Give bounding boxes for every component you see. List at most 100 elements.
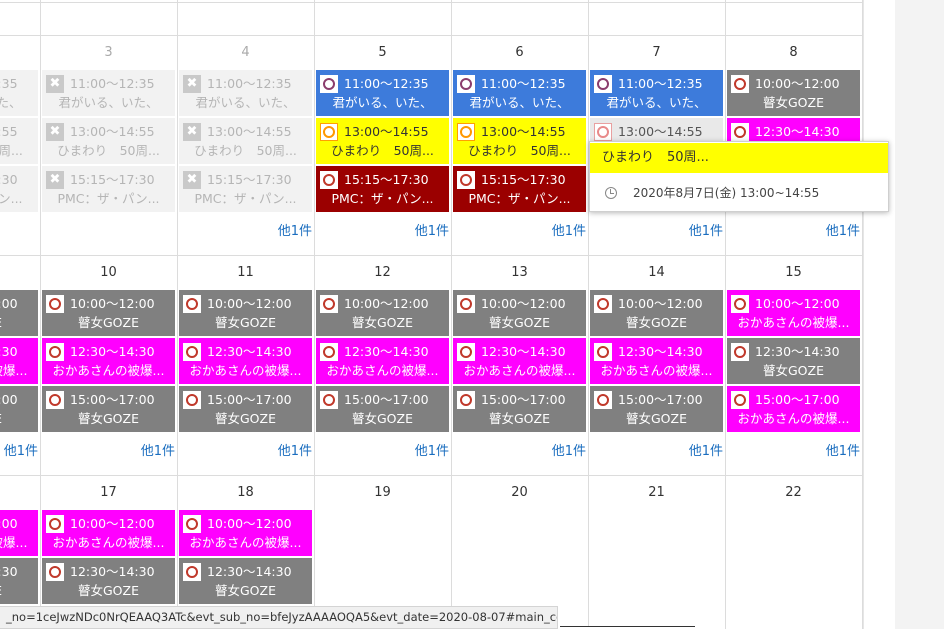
- calendar-event[interactable]: 15:00〜17:00 瞽女GOZE: [179, 386, 312, 432]
- calendar-event[interactable]: 11:00〜12:35 君がいる、いた、: [590, 70, 723, 116]
- calendar-event[interactable]: 15:00〜17:00 瞽女GOZE: [0, 386, 38, 432]
- calendar-event[interactable]: 15:00〜17:00 瞽女GOZE: [453, 386, 586, 432]
- more-events-link[interactable]: 他1件: [586, 220, 723, 239]
- calendar-event[interactable]: 10:00〜12:00 瞽女GOZE: [0, 290, 38, 336]
- calendar-event[interactable]: 11:00〜12:35 君がいる、いた、: [316, 70, 449, 116]
- calendar-event[interactable]: 10:00〜12:00 おかあさんの被爆...: [179, 510, 312, 556]
- event-title: 瞽女GOZE: [352, 411, 413, 426]
- calendar-event[interactable]: ✖11:00〜12:35君がいる、いた、: [0, 70, 38, 116]
- calendar-event[interactable]: 12:30〜14:30 おかあさんの被爆...: [42, 338, 175, 384]
- day-number[interactable]: 19: [314, 485, 451, 501]
- calendar-event[interactable]: 11:00〜12:35 君がいる、いた、: [453, 70, 586, 116]
- calendar-event[interactable]: ✖13:00〜14:55ひまわり 50周...: [179, 118, 312, 164]
- calendar-event[interactable]: 15:00〜17:00 瞽女GOZE: [590, 386, 723, 432]
- more-events-link[interactable]: 他1件: [586, 440, 723, 459]
- calendar-event[interactable]: 13:00〜14:55 ひまわり 50周...: [316, 118, 449, 164]
- calendar-event[interactable]: 15:15〜17:30 PMC：ザ・パン...: [316, 166, 449, 212]
- calendar-event[interactable]: 12:30〜14:30 瞽女GOZE: [0, 558, 38, 604]
- day-number[interactable]: [0, 265, 40, 281]
- row-divider: [0, 35, 863, 36]
- day-number[interactable]: 10: [40, 265, 177, 281]
- calendar-event[interactable]: 10:00〜12:00 おかあさんの被爆...: [727, 290, 860, 336]
- event-title: 君がいる、いた、: [58, 95, 159, 110]
- calendar-event[interactable]: 12:30〜14:30 瞽女GOZE: [179, 558, 312, 604]
- day-number[interactable]: 17: [40, 485, 177, 501]
- unavailable-icon: ✖: [46, 75, 64, 93]
- column-divider: [314, 0, 315, 629]
- calendar-event[interactable]: 12:30〜14:30 おかあさんの被爆...: [0, 338, 38, 384]
- more-events-link[interactable]: 他1件: [312, 440, 449, 459]
- calendar-event[interactable]: 10:00〜12:00 おかあさんの被爆...: [0, 510, 38, 556]
- circle-icon: [49, 298, 61, 310]
- calendar-event[interactable]: 12:30〜14:30 瞽女GOZE: [727, 338, 860, 384]
- calendar-event[interactable]: 10:00〜12:00 瞽女GOZE: [316, 290, 449, 336]
- calendar-event[interactable]: 12:30〜14:30 おかあさんの被爆...: [590, 338, 723, 384]
- day-number[interactable]: 22: [725, 485, 862, 501]
- availability-circle-icon: [731, 295, 749, 313]
- availability-circle-icon: [457, 123, 475, 141]
- calendar-event[interactable]: ✖11:00〜12:35君がいる、いた、: [179, 70, 312, 116]
- day-number[interactable]: 18: [177, 485, 314, 501]
- calendar-event[interactable]: 15:00〜17:00 瞽女GOZE: [316, 386, 449, 432]
- circle-icon: [323, 174, 335, 186]
- event-title: ひまわり 50周...: [0, 143, 23, 158]
- calendar-event[interactable]: 15:15〜17:30 PMC：ザ・パン...: [453, 166, 586, 212]
- day-number[interactable]: 8: [725, 45, 862, 61]
- day-number[interactable]: 20: [451, 485, 588, 501]
- calendar-event[interactable]: 10:00〜12:00 瞽女GOZE: [42, 290, 175, 336]
- calendar-event[interactable]: 10:00〜12:00 おかあさんの被爆...: [42, 510, 175, 556]
- circle-icon: [186, 518, 198, 530]
- more-events-link[interactable]: 他1件: [175, 220, 312, 239]
- calendar-event[interactable]: 10:00〜12:00 瞽女GOZE: [179, 290, 312, 336]
- day-number[interactable]: [0, 45, 40, 61]
- more-events-link[interactable]: 他1件: [449, 440, 586, 459]
- calendar-event[interactable]: 12:30〜14:30 おかあさんの被爆...: [179, 338, 312, 384]
- column-divider: [177, 0, 178, 629]
- day-number[interactable]: 3: [40, 45, 177, 61]
- event-header: ✖11:00〜12:35: [0, 75, 18, 93]
- more-events-link[interactable]: 他1件: [312, 220, 449, 239]
- calendar-event[interactable]: ✖15:15〜17:30PMC：ザ・パン...: [179, 166, 312, 212]
- day-number[interactable]: 4: [177, 45, 314, 61]
- event-title: 君がいる、いた、: [332, 95, 433, 110]
- more-events-link[interactable]: 他1件: [723, 440, 860, 459]
- circle-icon: [323, 298, 335, 310]
- calendar-event[interactable]: 13:00〜14:55 ひまわり 50周...: [453, 118, 586, 164]
- event-time: 10:00〜12:00: [481, 296, 566, 311]
- calendar-event[interactable]: ✖13:00〜14:55ひまわり 50周...: [0, 118, 38, 164]
- event-title: 瞽女GOZE: [352, 315, 413, 330]
- event-title: 瞽女GOZE: [0, 315, 38, 331]
- calendar-event[interactable]: 10:00〜12:00 瞽女GOZE: [727, 70, 860, 116]
- day-number[interactable]: [0, 485, 40, 501]
- more-events-link[interactable]: 他1件: [449, 220, 586, 239]
- more-events-link[interactable]: 他1件: [38, 440, 175, 459]
- day-number[interactable]: 15: [725, 265, 862, 281]
- calendar-event[interactable]: ✖11:00〜12:35君がいる、いた、: [42, 70, 175, 116]
- unavailable-icon: ✖: [46, 123, 64, 141]
- calendar-event[interactable]: 12:30〜14:30 おかあさんの被爆...: [453, 338, 586, 384]
- day-number[interactable]: 13: [451, 265, 588, 281]
- event-header: 10:00〜12:00: [320, 295, 429, 313]
- calendar-event[interactable]: 15:00〜17:00 瞽女GOZE: [42, 386, 175, 432]
- calendar-event[interactable]: 10:00〜12:00 瞽女GOZE: [590, 290, 723, 336]
- calendar-event[interactable]: 10:00〜12:00 瞽女GOZE: [453, 290, 586, 336]
- day-number[interactable]: 7: [588, 45, 725, 61]
- calendar-event[interactable]: 12:30〜14:30 おかあさんの被爆...: [316, 338, 449, 384]
- more-events-link[interactable]: 他1件: [175, 440, 312, 459]
- day-number[interactable]: 21: [588, 485, 725, 501]
- calendar-event[interactable]: ✖15:15〜17:30PMC：ザ・パン...: [0, 166, 38, 212]
- day-number[interactable]: 11: [177, 265, 314, 281]
- day-number[interactable]: 5: [314, 45, 451, 61]
- calendar-event[interactable]: ✖15:15〜17:30PMC：ザ・パン...: [42, 166, 175, 212]
- day-number[interactable]: 14: [588, 265, 725, 281]
- event-title: おかあさんの被爆...: [189, 535, 302, 550]
- day-number[interactable]: 12: [314, 265, 451, 281]
- availability-circle-icon: [731, 343, 749, 361]
- more-events-link[interactable]: 他1件: [0, 440, 38, 459]
- calendar-event[interactable]: ✖13:00〜14:55ひまわり 50周...: [42, 118, 175, 164]
- day-number[interactable]: 6: [451, 45, 588, 61]
- more-events-link[interactable]: 他1件: [723, 220, 860, 239]
- calendar-event[interactable]: 15:00〜17:00 おかあさんの被爆...: [727, 386, 860, 432]
- calendar-event[interactable]: 12:30〜14:30 瞽女GOZE: [42, 558, 175, 604]
- event-header: 12:30〜14:30: [594, 343, 703, 361]
